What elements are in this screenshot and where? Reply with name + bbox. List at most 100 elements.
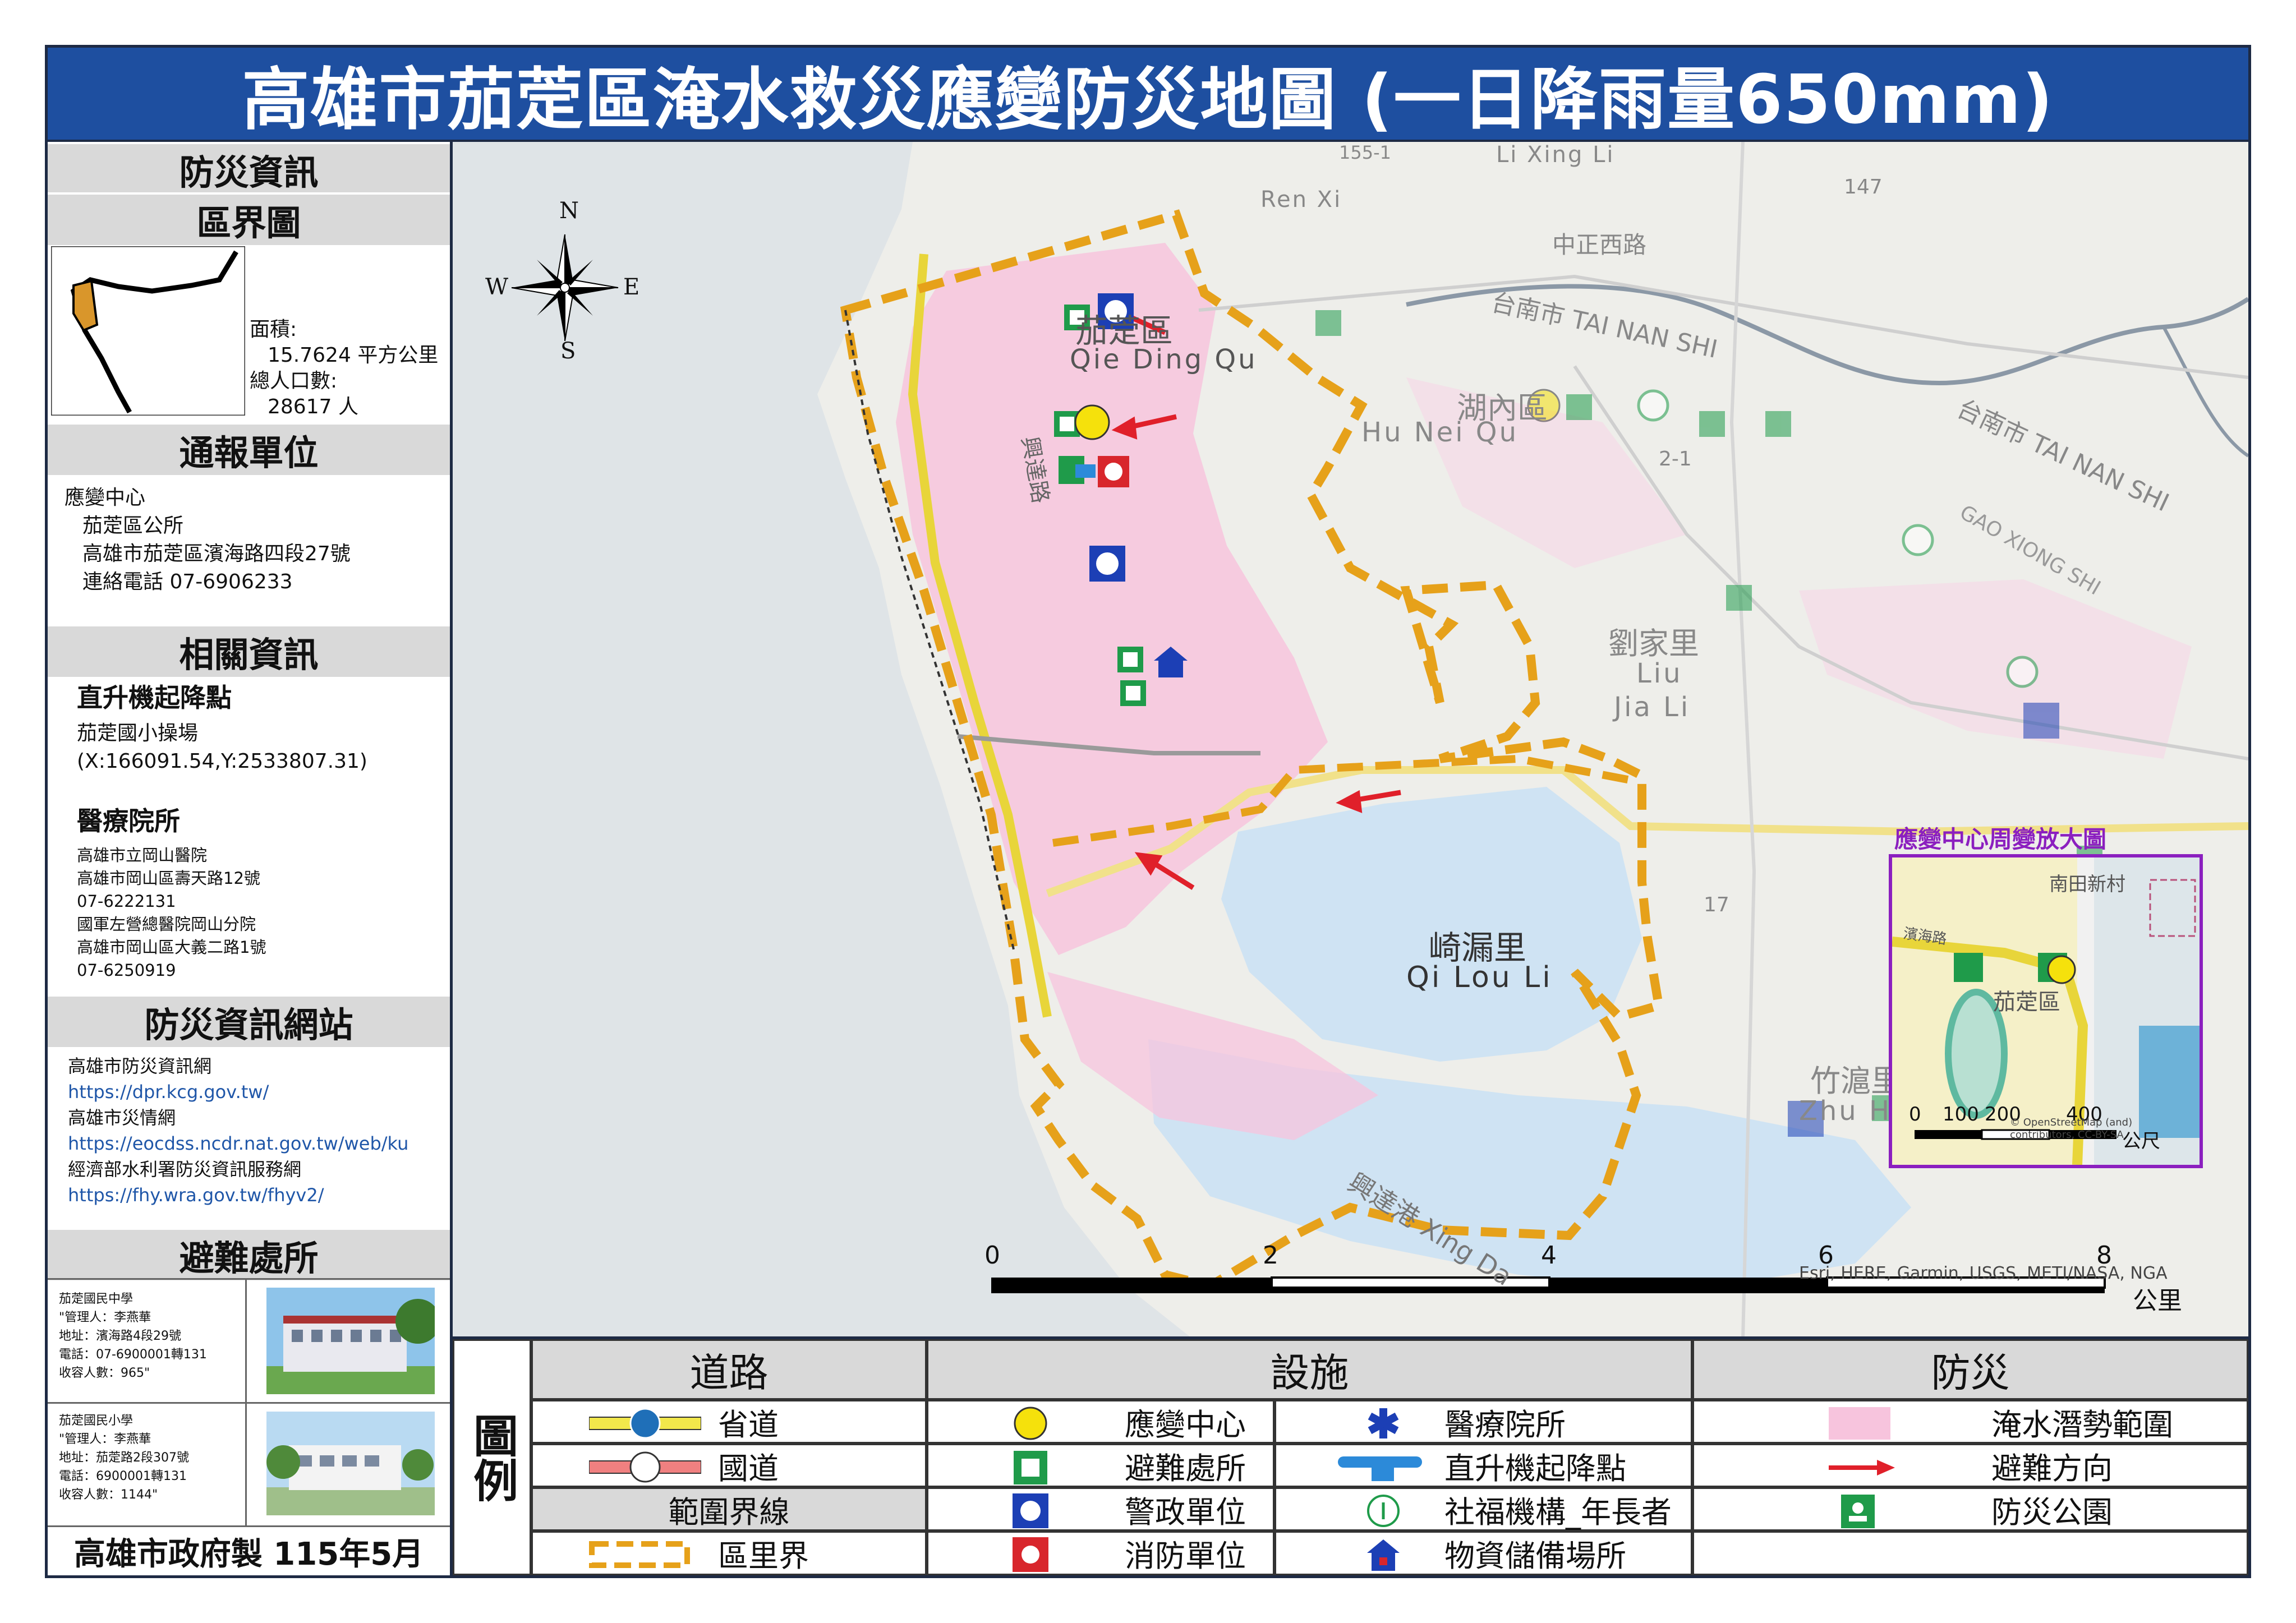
legend-row-elderly: 社福機構_年長者 xyxy=(1274,1487,1692,1531)
place-label-lixing: Li Xing Li xyxy=(1496,142,1615,168)
legend-shelter-label: 避難處所 xyxy=(1125,1450,1246,1486)
legend-row-provincial: 省道 xyxy=(531,1400,927,1444)
evacuation-arrow-icon xyxy=(1829,1460,1895,1476)
section-heading-related: 相關資訊 xyxy=(48,624,450,677)
disaster-park-icon xyxy=(1841,1495,1875,1528)
shelter-line: "管理人：李燕華 xyxy=(59,1311,151,1325)
legend-row-empty xyxy=(1692,1531,2248,1575)
police-icon xyxy=(2023,703,2059,739)
place-label-renxi: Ren Xi xyxy=(1260,187,1342,213)
legend-row-park: 防災公園 xyxy=(1692,1487,2248,1531)
heli-name: 茄萣國小操場 xyxy=(77,722,199,745)
section-heading-district-map: 區界圖 xyxy=(48,192,450,245)
legend-row-helipad: 直升機起降點 xyxy=(1274,1444,1692,1487)
highway-shield-17: 17 xyxy=(1704,893,1729,916)
place-label-qieding-en: Qie Ding Qu xyxy=(1070,344,1258,375)
legend-police-label: 警政單位 xyxy=(1125,1494,1246,1530)
legend-boundary-head-label: 範圍界線 xyxy=(668,1494,790,1530)
shelter-icon xyxy=(1566,394,1592,420)
provincial-road-symbol xyxy=(589,1408,701,1439)
medical-line: 高雄市立岡山醫院 xyxy=(77,846,208,865)
legend-row-eoc: 應變中心 xyxy=(927,1400,1274,1444)
fire-icon xyxy=(1013,1537,1048,1572)
shelter-icon xyxy=(1699,411,1725,437)
medical-line: 07-6222131 xyxy=(77,892,176,911)
legend-flood-label: 淹水潛勢範圍 xyxy=(1991,1407,2173,1442)
medical-title: 醫療院所 xyxy=(77,806,180,836)
highway-shield-2-1: 2-1 xyxy=(1659,448,1692,471)
shelter-line: 地址：濱海路4段29號 xyxy=(59,1329,181,1343)
legend-elderly-label: 社福機構_年長者 xyxy=(1444,1494,1672,1530)
shelter-line: 電話：6900001轉131 xyxy=(59,1469,187,1483)
report-line: 茄萣區公所 xyxy=(82,514,184,537)
website-link[interactable]: https://fhy.wra.gov.tw/fhyv2/ xyxy=(68,1182,324,1208)
flood-zone-symbol xyxy=(1829,1407,1890,1440)
legend-row-national: 國道 xyxy=(531,1444,927,1487)
police-icon xyxy=(1013,1493,1048,1528)
legend-row-medical: 醫療院所 xyxy=(1274,1400,1692,1444)
elderly-care-icon xyxy=(1367,1495,1400,1527)
legend-provincial-label: 省道 xyxy=(718,1407,779,1442)
police-icon xyxy=(1089,546,1125,582)
legend-head-roads: 道路 xyxy=(531,1339,927,1400)
map-sheet: 高雄市茄萣區淹水救災應變防災地圖 (一日降雨量650mm) 防災資訊 區界圖 面… xyxy=(45,45,2251,1578)
road-label-zhongzheng: 中正西路 xyxy=(1552,231,1647,259)
legend-head-prevention: 防災 xyxy=(1692,1339,2248,1400)
legend-row-fire: 消防單位 xyxy=(927,1531,1274,1575)
elderly-care-icon xyxy=(2006,656,2039,688)
shelter-icon xyxy=(1014,1451,1047,1484)
area-label: 面積: xyxy=(250,318,297,341)
map-attribution: Esri, HERE, Garmin, USGS, METI/NASA, NGA xyxy=(1799,1264,2168,1283)
website-link[interactable]: https://dpr.kcg.gov.tw/ xyxy=(68,1079,269,1105)
eoc-icon xyxy=(1014,1407,1047,1440)
legend-park-label: 防災公園 xyxy=(1991,1494,2113,1530)
place-label-liujia: 劉家里 xyxy=(1608,626,1699,661)
section-heading-websites: 防災資訊網站 xyxy=(48,994,450,1047)
shelter-icon xyxy=(1765,411,1791,437)
shelter-line: 收容人數：1144" xyxy=(59,1488,158,1502)
website-name: 經濟部水利署防災資訊服務網 xyxy=(68,1159,302,1180)
place-label-hunei-en: Hu Nei Qu xyxy=(1361,417,1519,448)
inset-label-qieding: 茄萣區 xyxy=(1993,989,2060,1015)
eoc-icon xyxy=(1074,404,1110,440)
shelter-card: 茄萣國民小學 "管理人：李燕華 地址：茄萣路2段307號 電話：6900001轉… xyxy=(48,1404,450,1527)
website-link[interactable]: https://eocdss.ncdr.nat.gov.tw/web/ku xyxy=(68,1131,408,1156)
legend-medical-label: 醫療院所 xyxy=(1444,1407,1566,1442)
legend: 圖例 道路 設施 防災 省道 國道 範圍界線 區里界 應變中心 避難處所 警政單… xyxy=(453,1339,2248,1575)
heli-coordinates: (X:166091.54,Y:2533807.31) xyxy=(77,750,367,773)
place-label-liujia-en: Liu xyxy=(1636,658,1683,689)
shelter-line: 收容人數：965" xyxy=(59,1366,150,1380)
inset-scale-tick: 0 xyxy=(1909,1103,1921,1126)
village-boundary-symbol xyxy=(589,1541,690,1568)
scale-tick: 0 xyxy=(984,1241,1000,1270)
inset-scale-tick: 100 xyxy=(1943,1103,1979,1126)
map-credit: 高雄市政府製 115年5月 xyxy=(73,1536,424,1573)
map-title: 高雄市茄萣區淹水救災應變防災地圖 (一日降雨量650mm) xyxy=(48,48,2248,142)
legend-row-storage: 物資儲備場所 xyxy=(1274,1531,1692,1575)
legend-row-police: 警政單位 xyxy=(927,1487,1274,1531)
shelter-icon xyxy=(1726,585,1752,611)
medical-icon xyxy=(1368,1408,1399,1438)
place-label-qilou-en: Qi Lou Li xyxy=(1406,961,1553,994)
highway-shield-147: 147 xyxy=(1844,176,1883,199)
inset-attribution: © OpenStreetMap (and) contributors, CC-B… xyxy=(2010,1117,2133,1141)
legend-head-facilities: 設施 xyxy=(927,1339,1692,1400)
scale-tick: 2 xyxy=(1263,1241,1278,1270)
elderly-care-icon xyxy=(1902,524,1934,556)
website-name: 高雄市災情網 xyxy=(68,1107,176,1128)
medical-line: 高雄市岡山區大義二路1號 xyxy=(77,938,266,957)
inset-map[interactable]: 南田新村 濱海路 茄萣區 0 100 200 400 公尺 © OpenStre… xyxy=(1889,854,2203,1168)
shelter-line: "管理人：李燕華 xyxy=(59,1432,151,1446)
shelter-photo xyxy=(266,1288,435,1394)
inset-label-nantian: 南田新村 xyxy=(2049,873,2125,896)
compass-north: N xyxy=(559,198,579,224)
legend-row-boundary-head: 範圍界線 xyxy=(531,1487,927,1531)
website-name: 高雄市防災資訊網 xyxy=(68,1055,212,1077)
scale-unit: 公里 xyxy=(2133,1287,2182,1315)
main-map[interactable]: N S E W 茄萣區 Qie Ding Qu 湖內區 Hu Nei Qu 劉家… xyxy=(453,142,2248,1339)
shelter-icon xyxy=(1117,647,1143,672)
shelter-photo xyxy=(266,1412,435,1515)
compass-east: E xyxy=(623,274,640,300)
population-label: 總人口數: xyxy=(250,370,338,393)
medical-line: 07-6250919 xyxy=(77,961,176,980)
